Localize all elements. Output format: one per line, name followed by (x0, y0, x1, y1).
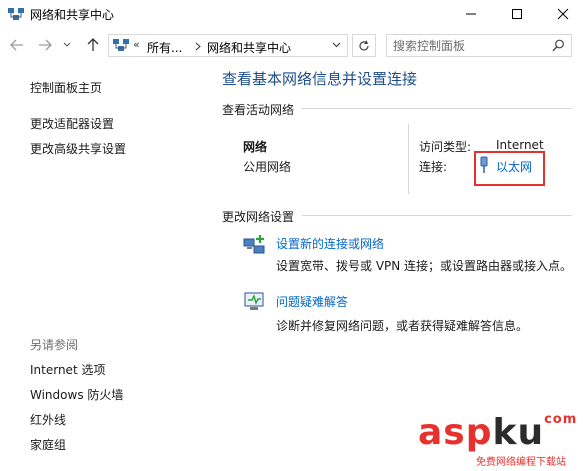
address-bar: « 所有... 网络和共享中心 (0, 30, 586, 60)
address-box[interactable]: « 所有... 网络和共享中心 (108, 34, 348, 57)
access-type-value: Internet (496, 138, 544, 152)
troubleshoot-desc: 诊断并修复网络问题，或者获得疑难解答信息。 (276, 319, 529, 333)
section-divider (302, 215, 572, 216)
see-also-heading: 另请参阅 (30, 338, 79, 352)
arrow-up-icon (87, 38, 99, 51)
section-divider (302, 108, 572, 109)
page-title: 查看基本网络信息并设置连接 (222, 70, 418, 88)
breadcrumb-all[interactable]: 所有... (147, 39, 182, 56)
setup-new-connection-link[interactable]: 设置新的连接或网络 (276, 235, 384, 252)
search-box[interactable] (386, 34, 572, 57)
see-also-infrared[interactable]: 红外线 (30, 411, 66, 428)
arrow-right-icon (39, 39, 52, 51)
network-divider (408, 124, 409, 194)
chevron-down-icon[interactable] (332, 42, 341, 48)
back-button[interactable] (8, 36, 26, 54)
title-bar: 网络和共享中心 (0, 0, 586, 28)
maximize-icon (512, 9, 522, 19)
watermark-logo: aspkucom (418, 412, 578, 453)
new-connection-icon (243, 235, 265, 254)
sidebar-control-panel-home[interactable]: 控制面板主页 (30, 79, 102, 96)
ethernet-connection-link[interactable]: 以太网 (496, 158, 532, 175)
minimize-button[interactable] (448, 0, 494, 28)
change-settings-heading: 更改网络设置 (222, 210, 295, 224)
maximize-button[interactable] (494, 0, 540, 28)
see-also-windows-firewall[interactable]: Windows 防火墙 (30, 386, 123, 403)
close-icon (557, 8, 569, 20)
active-networks-heading: 查看活动网络 (222, 103, 295, 117)
forward-button[interactable] (36, 36, 54, 54)
access-type-label: 访问类型: (419, 140, 472, 154)
network-type: 公用网络 (243, 160, 292, 174)
network-name: 网络 (243, 140, 268, 154)
close-button[interactable] (540, 0, 586, 28)
window-title: 网络和共享中心 (30, 8, 115, 22)
see-also-homegroup[interactable]: 家庭组 (30, 436, 66, 453)
ethernet-icon (480, 156, 488, 173)
chevron-right-icon[interactable] (195, 42, 201, 51)
chevron-down-icon (63, 42, 71, 47)
refresh-icon (359, 40, 369, 50)
watermark: aspkucom 免费网络编程下载站 (408, 412, 586, 471)
network-center-icon (8, 8, 24, 20)
setup-new-connection-desc: 设置宽带、拨号或 VPN 连接；或设置路由器或接入点。 (276, 259, 573, 273)
refresh-button[interactable] (352, 34, 376, 57)
up-button[interactable] (84, 36, 102, 54)
see-also-internet-options[interactable]: Internet 选项 (30, 361, 105, 378)
arrow-left-icon (10, 39, 23, 51)
minimize-icon (466, 13, 476, 15)
troubleshoot-link[interactable]: 问题疑难解答 (276, 293, 348, 310)
recent-locations-button[interactable] (60, 36, 74, 54)
network-center-icon (113, 39, 129, 51)
sidebar-change-advanced-sharing[interactable]: 更改高级共享设置 (30, 140, 126, 157)
search-icon[interactable] (552, 39, 565, 52)
sidebar-change-adapter-settings[interactable]: 更改适配器设置 (30, 115, 114, 132)
watermark-subtitle: 免费网络编程下载站 (476, 453, 566, 468)
search-input[interactable] (393, 37, 543, 54)
troubleshoot-icon (244, 292, 264, 310)
connections-label: 连接: (419, 160, 448, 174)
breadcrumb-overflow[interactable]: « (133, 38, 140, 51)
breadcrumb-current[interactable]: 网络和共享中心 (207, 39, 291, 56)
